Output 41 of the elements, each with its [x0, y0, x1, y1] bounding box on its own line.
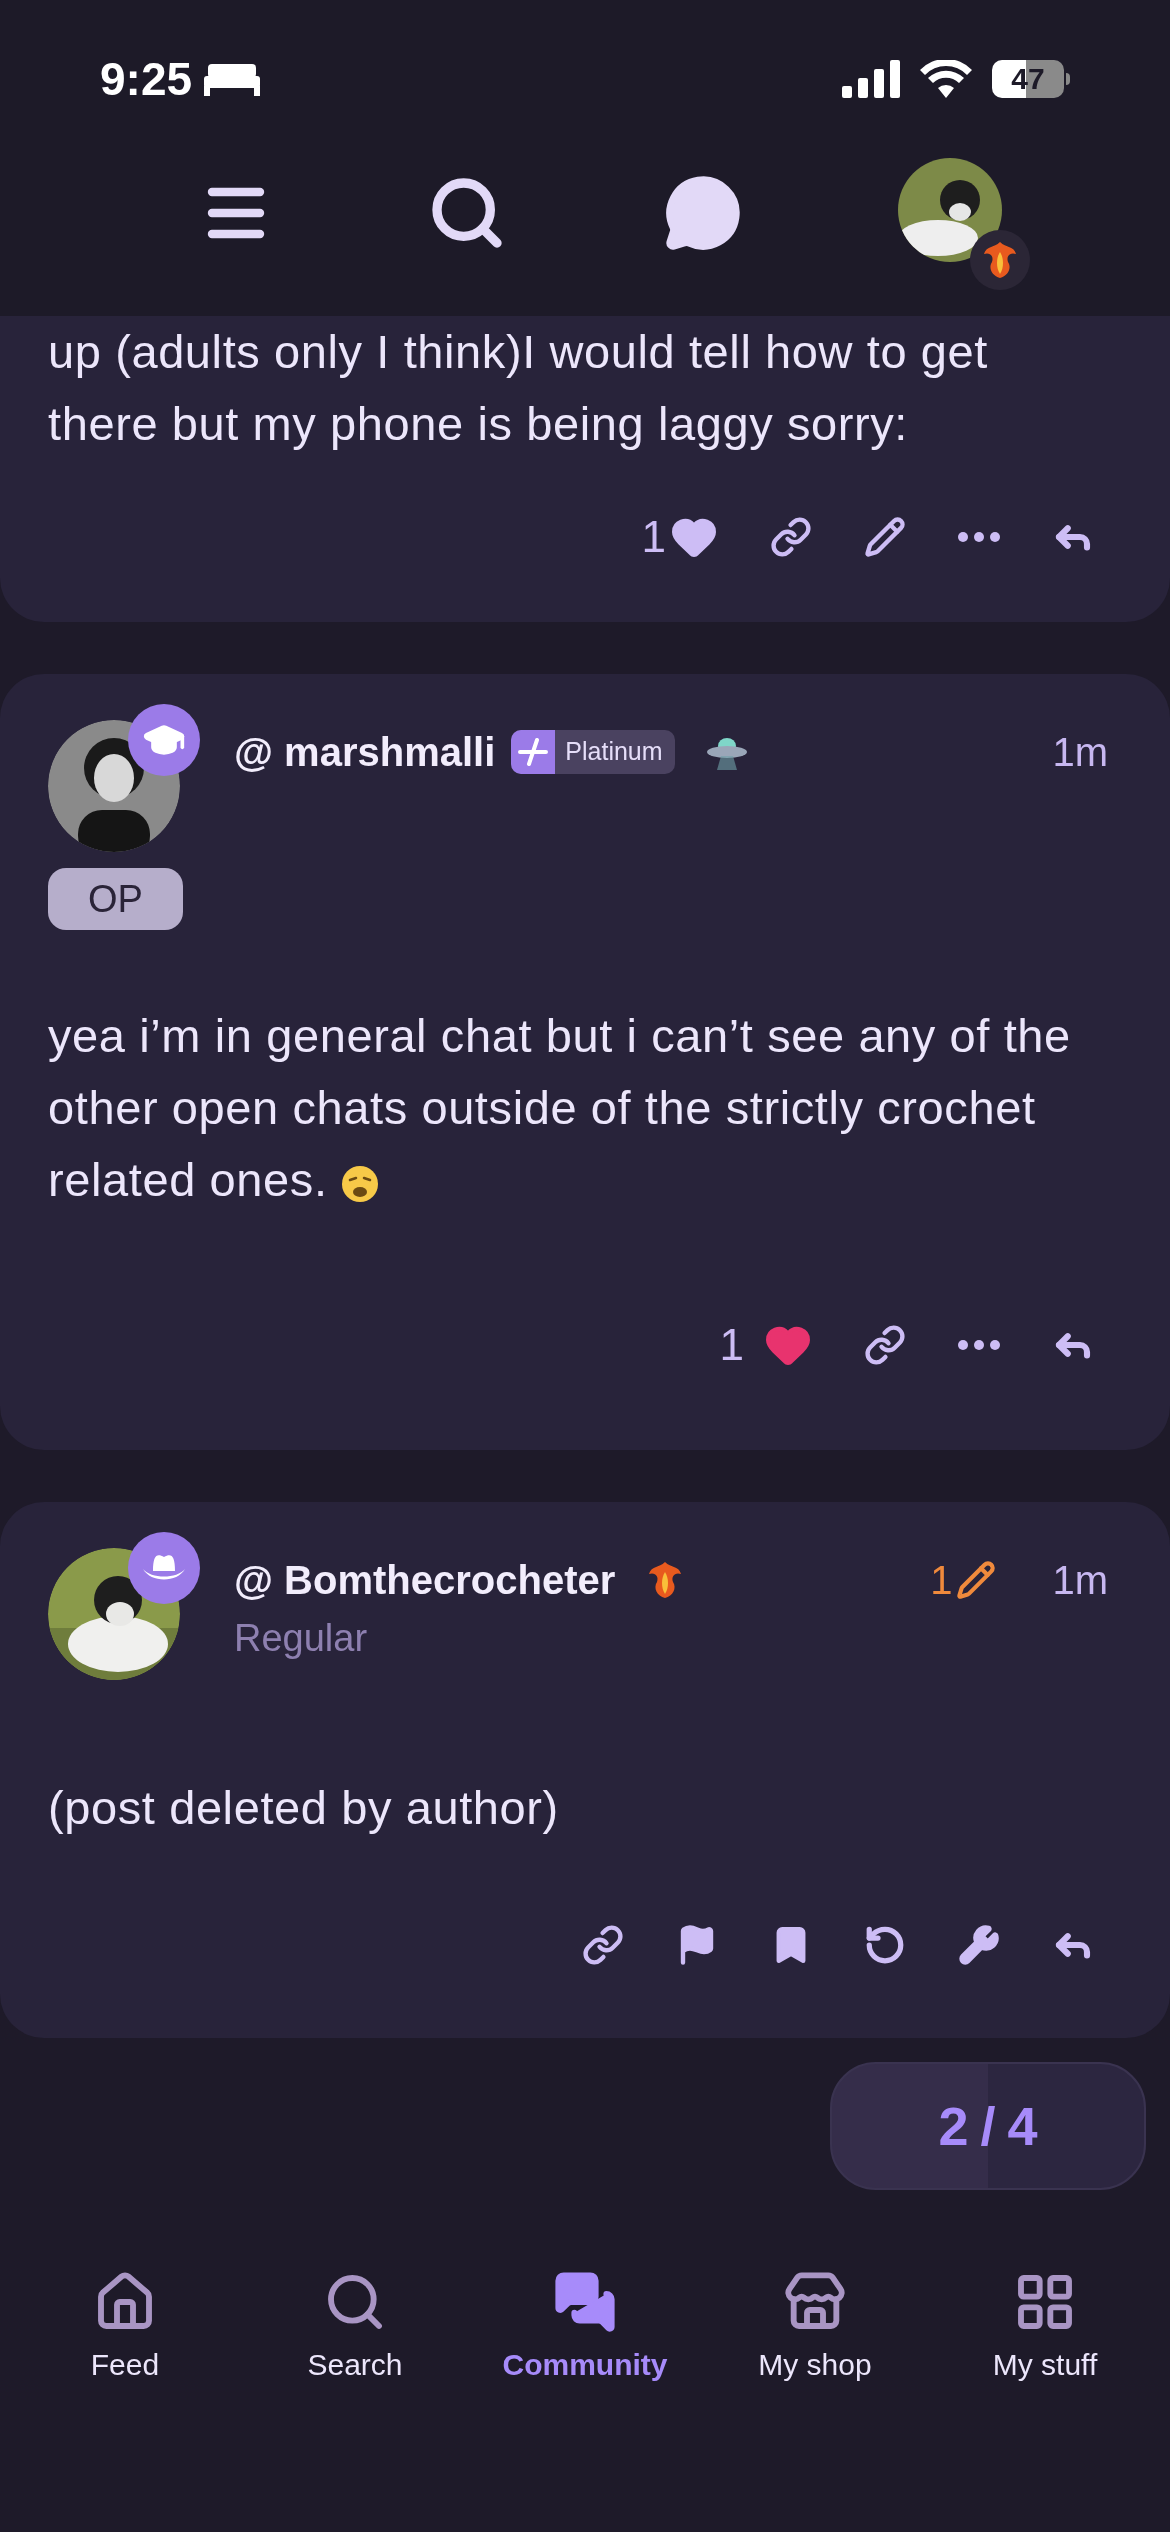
bed-icon: [204, 62, 261, 96]
post-text: (post deleted by author): [48, 1780, 560, 1836]
undo-button[interactable]: [864, 1924, 906, 1966]
post-text: yea i’m in general chat but i can’t see any of the other open chats outside of the strictly crochet related ones.: [48, 1008, 1072, 1208]
link-button[interactable]: [864, 1324, 906, 1366]
nav-tab[interactable]: My stuff: [945, 2270, 1145, 2387]
plus-slash-icon: [518, 737, 549, 767]
user-role: Regular: [234, 1616, 369, 1661]
page-indicator[interactable]: 2 / 4: [830, 2062, 1146, 2190]
like-button[interactable]: 1: [719, 1312, 812, 1378]
chat-bubbles-icon: [553, 2270, 617, 2334]
flair-badge: Platinum: [511, 730, 675, 774]
more-button[interactable]: [958, 1340, 1000, 1350]
edit-count[interactable]: 1: [930, 1550, 997, 1610]
ellipsis-icon: [958, 1340, 1000, 1350]
more-button[interactable]: [958, 532, 1000, 542]
nav-tab[interactable]: Search: [255, 2270, 455, 2387]
post-time: 1m: [1052, 1557, 1109, 1604]
weary-face-icon: [339, 1163, 380, 1204]
pencil-icon: [956, 1560, 997, 1600]
status-time: 9:25: [100, 51, 193, 107]
post-time: 1m: [1052, 729, 1109, 776]
nav-tab[interactable]: My shop: [715, 2270, 915, 2387]
signal-icon: [842, 60, 900, 98]
op-tag: OP: [48, 868, 183, 930]
total-pages: 4: [1007, 2094, 1038, 2158]
username[interactable]: @ Bomthecrocheter: [234, 1550, 616, 1610]
username[interactable]: @ marshmalli: [234, 722, 496, 782]
nav-tab[interactable]: Community: [485, 2270, 685, 2387]
edit-button[interactable]: [864, 516, 906, 558]
link-button[interactable]: [770, 516, 812, 558]
like-button[interactable]: 1: [641, 504, 718, 570]
page-separator: /: [980, 2094, 996, 2158]
current-page: 2: [938, 2094, 969, 2158]
nav-tab[interactable]: Feed: [25, 2270, 225, 2387]
wifi-icon: [920, 60, 972, 98]
profile-avatar-button[interactable]: [898, 158, 1030, 290]
wrench-button[interactable]: [958, 1924, 1000, 1966]
post-text: up (adults only I think)I would tell how to get there but my phone is being laggy sorry:: [48, 324, 989, 452]
ellipsis-icon: [958, 532, 1000, 542]
link-button[interactable]: [582, 1924, 624, 1966]
